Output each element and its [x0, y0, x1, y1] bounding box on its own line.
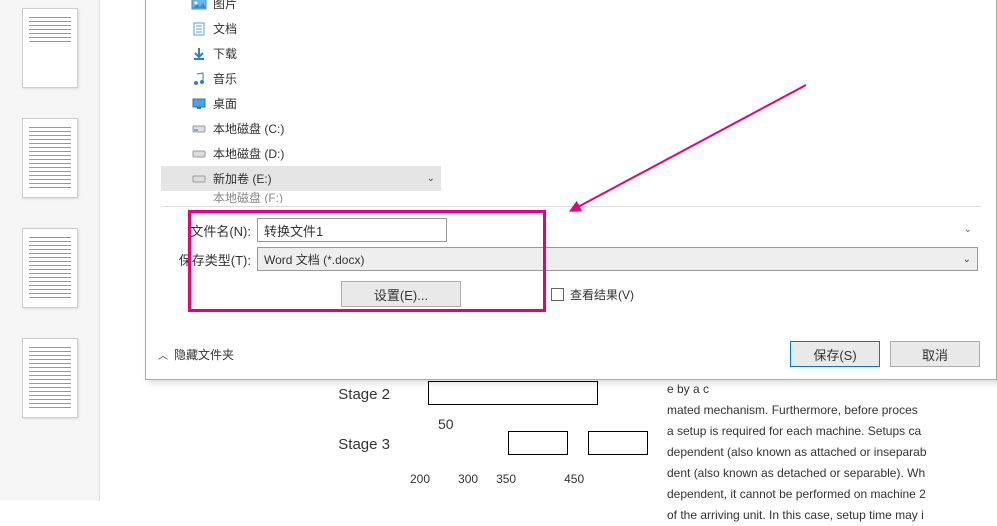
tree-item-downloads[interactable]: 下载: [161, 41, 441, 66]
filetype-label: 保存类型(T):: [171, 250, 251, 269]
music-icon: [191, 71, 207, 87]
gantt-bar: [588, 431, 648, 455]
page-thumbnail[interactable]: [22, 228, 78, 308]
gantt-bar: [508, 431, 568, 455]
save-fields: 文件名(N): ⌄ 保存类型(T): Word 文档 (*.docx) ⌄ 设置…: [171, 213, 978, 307]
tree-item-disk-f[interactable]: 本地磁盘 (F:): [161, 191, 441, 203]
tick-label: 50: [438, 416, 454, 432]
tree-item-pictures[interactable]: 图片: [161, 0, 441, 16]
save-button[interactable]: 保存(S): [790, 341, 880, 367]
tree-item-disk-e[interactable]: 新加卷 (E:) ⌄: [161, 166, 441, 191]
tree-item-label: 本地磁盘 (D:): [213, 145, 284, 162]
checkbox-icon: [551, 288, 564, 301]
view-result-checkbox[interactable]: 查看结果(V): [551, 286, 634, 303]
save-as-dialog: 图片 文档 下载 音乐 桌面 本地磁盘 (C:) 本地磁盘 (D:) 新加卷: [145, 0, 997, 380]
tree-item-label: 桌面: [213, 95, 237, 112]
doc-icon: [191, 21, 207, 37]
tree-item-label: 音乐: [213, 70, 237, 87]
thumbnail-pane[interactable]: [0, 0, 100, 501]
tree-item-music[interactable]: 音乐: [161, 66, 441, 91]
filetype-value: Word 文档 (*.docx): [264, 251, 364, 268]
disk-icon: [191, 171, 207, 187]
tree-item-label: 文档: [213, 20, 237, 37]
settings-button[interactable]: 设置(E)...: [341, 281, 461, 307]
folder-tree[interactable]: 图片 文档 下载 音乐 桌面 本地磁盘 (C:) 本地磁盘 (D:) 新加卷: [161, 0, 441, 203]
download-icon: [191, 46, 207, 62]
page-thumbnail[interactable]: [22, 338, 78, 418]
tree-item-label: 下载: [213, 45, 237, 62]
page-thumbnail[interactable]: [22, 8, 78, 88]
disk-icon: [191, 121, 207, 137]
chevron-down-icon[interactable]: ⌄: [964, 224, 972, 235]
disk-icon: [191, 146, 207, 162]
chevron-down-icon: ⌄: [963, 254, 971, 265]
chevron-up-icon: ︿: [158, 347, 168, 362]
tree-item-disk-d[interactable]: 本地磁盘 (D:): [161, 141, 441, 166]
stage-label: Stage 3: [330, 436, 390, 453]
filetype-combo[interactable]: Word 文档 (*.docx) ⌄: [257, 247, 978, 271]
stage-label: Stage 2: [330, 386, 390, 403]
gantt-chart: 100 Stage 2 50 Stage 3: [330, 380, 730, 476]
disk-icon: [191, 191, 207, 203]
tree-item-documents[interactable]: 文档: [161, 16, 441, 41]
view-result-label: 查看结果(V): [570, 286, 634, 303]
cancel-button[interactable]: 取消: [890, 341, 980, 367]
tree-item-desktop[interactable]: 桌面: [161, 91, 441, 116]
page-thumbnail[interactable]: [22, 118, 78, 198]
hide-folders-toggle[interactable]: ︿ 隐藏文件夹: [158, 346, 234, 363]
tree-item-label: 本地磁盘 (F:): [213, 191, 283, 203]
tree-item-disk-c[interactable]: 本地磁盘 (C:): [161, 116, 441, 141]
gantt-bar: [428, 381, 598, 405]
chevron-down-icon: ⌄: [427, 173, 435, 184]
hide-folders-label: 隐藏文件夹: [174, 346, 234, 363]
desktop-icon: [191, 96, 207, 112]
filename-input[interactable]: [257, 218, 447, 242]
tree-item-label: 新加卷 (E:): [213, 170, 272, 187]
tree-item-label: 图片: [213, 0, 237, 12]
filename-label: 文件名(N):: [171, 221, 251, 240]
x-axis-ticks: 200 300 350 450: [410, 472, 584, 486]
image-icon: [191, 0, 207, 12]
tree-item-label: 本地磁盘 (C:): [213, 120, 284, 137]
